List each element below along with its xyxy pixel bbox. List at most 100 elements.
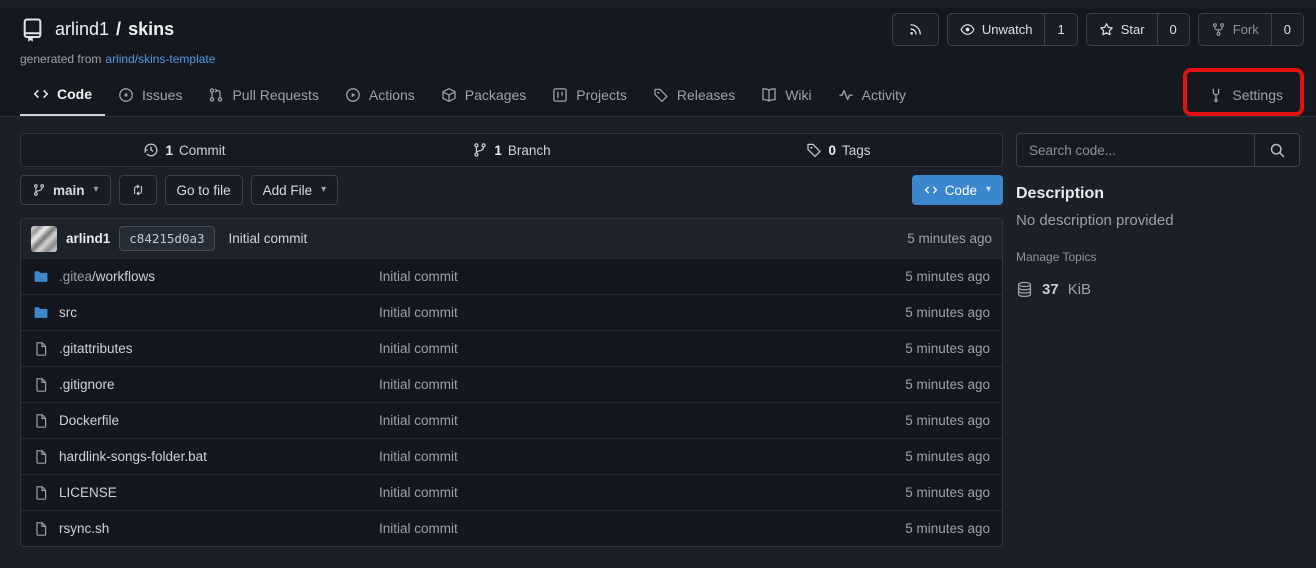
commit-hash-link[interactable]: c84215d0a3 (119, 226, 214, 251)
tab-pull-requests[interactable]: Pull Requests (195, 74, 331, 116)
file-icon (33, 377, 49, 393)
table-row: hardlink-songs-folder.bat Initial commit… (21, 438, 1002, 474)
compare-icon (131, 183, 145, 197)
file-icon (33, 341, 49, 357)
tab-settings[interactable]: Settings (1195, 74, 1296, 116)
tab-packages[interactable]: Packages (428, 74, 539, 116)
file-table: arlind1 c84215d0a3 Initial commit 5 minu… (20, 218, 1003, 547)
file-icon (33, 521, 49, 537)
manage-topics-link[interactable]: Manage Topics (1016, 250, 1097, 264)
rss-icon (893, 14, 938, 45)
folder-link[interactable]: .gitea/workflows (33, 269, 379, 285)
add-file-button[interactable]: Add File ▾ (251, 175, 339, 205)
row-commit-message[interactable]: Initial commit (379, 485, 905, 500)
repo-size-unit: KiB (1068, 281, 1091, 298)
commit-message-link[interactable]: Initial commit (229, 231, 308, 246)
generated-from-row: generated fromarlind/skins-template (20, 52, 1296, 66)
folder-icon (33, 305, 49, 321)
fork-label: Fork (1233, 22, 1259, 37)
row-commit-time: 5 minutes ago (905, 413, 990, 428)
file-icon (33, 449, 49, 465)
tab-wiki[interactable]: Wiki (748, 74, 824, 116)
header-action-buttons: Unwatch 1 Star 0 (892, 13, 1304, 46)
file-link[interactable]: rsync.sh (33, 521, 379, 537)
fork-button[interactable]: Fork (1199, 14, 1271, 45)
table-row: LICENSE Initial commit 5 minutes ago (21, 474, 1002, 510)
repo-size-value: 37 (1042, 281, 1059, 298)
row-commit-message[interactable]: Initial commit (379, 377, 905, 392)
project-icon (552, 87, 568, 103)
star-label: Star (1121, 22, 1145, 37)
stars-count[interactable]: 0 (1157, 14, 1189, 45)
repo-header: arlind1 / skins (0, 8, 1316, 117)
settings-tab-wrapper: Settings (1195, 74, 1296, 116)
row-commit-message[interactable]: Initial commit (379, 341, 905, 356)
current-branch-name: main (53, 183, 85, 198)
fork-icon (1211, 22, 1226, 37)
fork-button-group: Fork 0 (1198, 13, 1304, 46)
compare-button[interactable] (119, 175, 157, 205)
table-row: .gitignore Initial commit 5 minutes ago (21, 366, 1002, 402)
row-commit-time: 5 minutes ago (905, 449, 990, 464)
unwatch-button[interactable]: Unwatch (948, 14, 1045, 45)
go-to-file-button[interactable]: Go to file (165, 175, 243, 205)
row-commit-time: 5 minutes ago (905, 521, 990, 536)
description-title: Description (1016, 185, 1300, 203)
row-commit-time: 5 minutes ago (905, 269, 990, 284)
tab-projects[interactable]: Projects (539, 74, 640, 116)
code-icon (33, 86, 49, 102)
file-link[interactable]: hardlink-songs-folder.bat (33, 449, 379, 465)
tab-code[interactable]: Code (20, 74, 105, 116)
file-link[interactable]: .gitignore (33, 377, 379, 393)
tags-stat[interactable]: 0 Tags (675, 142, 1002, 158)
tab-activity[interactable]: Activity (825, 74, 919, 116)
commits-stat[interactable]: 1 Commit (21, 142, 348, 158)
avatar[interactable] (31, 226, 57, 252)
row-commit-time: 5 minutes ago (905, 485, 990, 500)
repo-path-separator: / (116, 19, 121, 40)
tab-actions[interactable]: Actions (332, 74, 428, 116)
repo-owner-link[interactable]: arlind1 (55, 19, 109, 40)
tag-icon (806, 142, 822, 158)
tab-issues[interactable]: Issues (105, 74, 195, 116)
star-button[interactable]: Star (1087, 14, 1157, 45)
forks-count[interactable]: 0 (1271, 14, 1303, 45)
row-commit-message[interactable]: Initial commit (379, 521, 905, 536)
table-row: .gitattributes Initial commit 5 minutes … (21, 330, 1002, 366)
branch-selector[interactable]: main ▾ (20, 175, 111, 205)
package-icon (441, 87, 457, 103)
row-commit-message[interactable]: Initial commit (379, 305, 905, 320)
row-commit-time: 5 minutes ago (905, 305, 990, 320)
row-commit-message[interactable]: Initial commit (379, 449, 905, 464)
row-commit-message[interactable]: Initial commit (379, 269, 905, 284)
description-text: No description provided (1016, 212, 1300, 229)
row-commit-message[interactable]: Initial commit (379, 413, 905, 428)
template-repo-link[interactable]: arlind/skins-template (105, 52, 215, 66)
rss-button[interactable] (892, 13, 939, 46)
row-commit-time: 5 minutes ago (905, 341, 990, 356)
folder-link[interactable]: src (33, 305, 379, 321)
star-button-group: Star 0 (1086, 13, 1190, 46)
tab-releases[interactable]: Releases (640, 74, 748, 116)
table-row: .gitea/workflows Initial commit 5 minute… (21, 258, 1002, 294)
watch-button-group: Unwatch 1 (947, 13, 1078, 46)
file-link[interactable]: .gitattributes (33, 341, 379, 357)
file-link[interactable]: LICENSE (33, 485, 379, 501)
chevron-down-icon: ▾ (94, 185, 99, 195)
search-input[interactable] (1017, 134, 1254, 166)
repo-stats-bar: 1 Commit 1 Branch 0 Tags (20, 133, 1003, 167)
repo-size-row: 37 KiB (1016, 281, 1300, 298)
branch-icon (472, 142, 488, 158)
chevron-down-icon: ▾ (986, 185, 991, 195)
commit-author-link[interactable]: arlind1 (66, 231, 110, 246)
file-link[interactable]: Dockerfile (33, 413, 379, 429)
repo-icon (20, 17, 45, 42)
repo-nav-tabs: Code Issues Pull Requests Actions (20, 74, 1296, 116)
watchers-count[interactable]: 1 (1044, 14, 1076, 45)
repo-name-link[interactable]: skins (128, 19, 174, 40)
branches-stat[interactable]: 1 Branch (348, 142, 675, 158)
code-download-button[interactable]: Code ▾ (912, 175, 1003, 205)
repo-title-row: arlind1 / skins (20, 8, 1296, 50)
search-button[interactable] (1254, 134, 1299, 166)
table-row: Dockerfile Initial commit 5 minutes ago (21, 402, 1002, 438)
